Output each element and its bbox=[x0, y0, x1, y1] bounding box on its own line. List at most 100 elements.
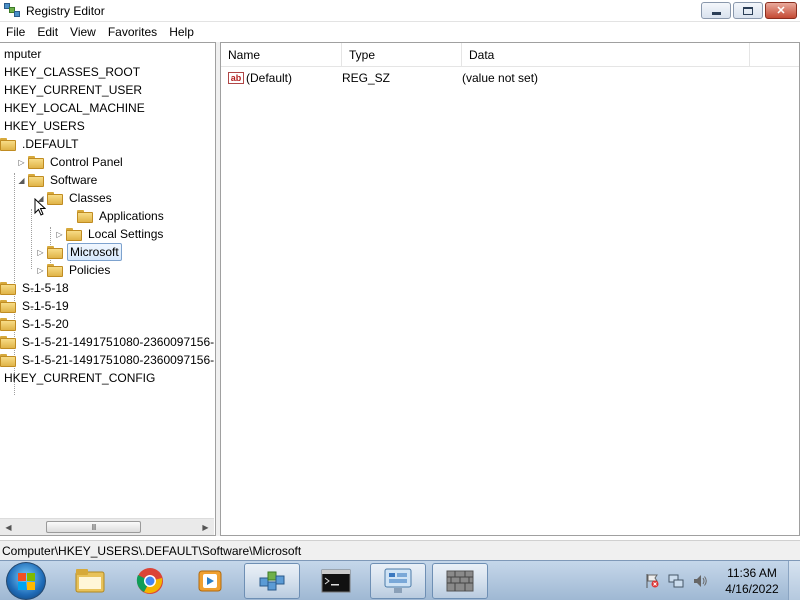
title-bar: Registry Editor ✕ bbox=[0, 0, 800, 22]
menu-help[interactable]: Help bbox=[163, 25, 200, 39]
values-list[interactable]: Name Type Data ab (Default) REG_SZ (valu… bbox=[220, 42, 800, 536]
network-icon[interactable] bbox=[668, 573, 684, 589]
tree-node-label: HKEY_USERS bbox=[4, 119, 85, 133]
scroll-thumb-grip: III bbox=[91, 522, 97, 532]
tree-node-software[interactable]: ◢ Software bbox=[17, 171, 99, 189]
column-name[interactable]: Name bbox=[221, 43, 342, 67]
tree-node-s-1-5-20[interactable]: S-1-5-20 bbox=[0, 315, 71, 333]
tree-node-s-1-5-21-b[interactable]: S-1-5-21-1491751080-2360097156-17 bbox=[0, 351, 215, 369]
tree-node-microsoft[interactable]: ▷ Microsoft bbox=[36, 243, 122, 261]
tree-node-label: S-1-5-18 bbox=[22, 281, 69, 295]
restore-icon bbox=[743, 6, 753, 15]
taskbar-media-button[interactable] bbox=[182, 563, 238, 599]
menu-view[interactable]: View bbox=[64, 25, 102, 39]
folder-icon bbox=[0, 317, 16, 331]
scroll-thumb[interactable]: III bbox=[46, 521, 141, 533]
value-row[interactable]: ab (Default) REG_SZ (value not set) bbox=[221, 69, 538, 87]
taskbar-regedit-button[interactable] bbox=[244, 563, 300, 599]
menu-edit[interactable]: Edit bbox=[31, 25, 64, 39]
value-type: REG_SZ bbox=[342, 71, 391, 85]
system-tray: 11:36 AM 4/16/2022 bbox=[640, 561, 800, 600]
column-data[interactable]: Data bbox=[462, 43, 750, 67]
tree-node-label: Microsoft bbox=[67, 243, 122, 261]
tree-node-hkey-classes-root[interactable]: HKEY_CLASSES_ROOT bbox=[2, 63, 142, 81]
tree-node-label: HKEY_CLASSES_ROOT bbox=[4, 65, 141, 79]
menu-file[interactable]: File bbox=[0, 25, 31, 39]
collapse-arrow-icon[interactable]: ◢ bbox=[17, 171, 26, 189]
registry-tree[interactable]: mputer HKEY_CLASSES_ROOT HKEY_CURRENT_USER… bbox=[0, 42, 216, 536]
control-panel-icon bbox=[384, 568, 412, 593]
tree-node-label: HKEY_CURRENT_CONFIG bbox=[4, 371, 156, 385]
tree-node-default[interactable]: .DEFAULT bbox=[0, 135, 80, 153]
status-bar: Computer\HKEY_USERS\.DEFAULT\Software\Mi… bbox=[0, 540, 800, 560]
tree-node-label: Software bbox=[50, 173, 98, 187]
clock-time: 11:36 AM bbox=[727, 566, 777, 580]
expand-arrow-icon[interactable]: ▷ bbox=[36, 261, 45, 279]
expand-arrow-icon[interactable]: ▷ bbox=[17, 153, 26, 171]
tree-connector-line bbox=[31, 209, 32, 269]
tree-node-label: Classes bbox=[69, 191, 112, 205]
tree-node-label: Local Settings bbox=[88, 227, 164, 241]
close-button[interactable]: ✕ bbox=[765, 2, 797, 19]
taskbar-chrome-button[interactable] bbox=[122, 563, 178, 599]
taskbar-control-panel-button[interactable] bbox=[370, 563, 426, 599]
tree-node-hkey-local-machine[interactable]: HKEY_LOCAL_MACHINE bbox=[2, 99, 147, 117]
taskbar-explorer-button[interactable] bbox=[62, 563, 118, 599]
restore-button[interactable] bbox=[733, 2, 763, 19]
tree-node-label: S-1-5-21-1491751080-2360097156-17 bbox=[22, 335, 216, 349]
tree-node-label: HKEY_LOCAL_MACHINE bbox=[4, 101, 145, 115]
tree-node-label: .DEFAULT bbox=[22, 137, 79, 151]
folder-icon bbox=[77, 209, 93, 223]
folder-icon bbox=[0, 353, 16, 367]
tree-node-control-panel[interactable]: ▷ Control Panel bbox=[17, 153, 125, 171]
folder-icon bbox=[0, 299, 16, 313]
folder-icon bbox=[28, 173, 44, 187]
tree-horizontal-scrollbar[interactable]: ◀ III ▶ bbox=[0, 518, 214, 535]
mouse-cursor-icon bbox=[34, 198, 46, 216]
windows-logo-icon bbox=[18, 573, 26, 581]
column-type[interactable]: Type bbox=[342, 43, 462, 67]
tree-node-applications[interactable]: Applications bbox=[66, 207, 166, 225]
status-path: Computer\HKEY_USERS\.DEFAULT\Software\Mi… bbox=[2, 543, 302, 558]
string-value-icon: ab bbox=[228, 72, 244, 84]
scroll-right-icon[interactable]: ▶ bbox=[197, 519, 214, 535]
minimize-button[interactable] bbox=[701, 2, 731, 19]
window-title: Registry Editor bbox=[26, 3, 105, 18]
value-name: (Default) bbox=[246, 71, 293, 85]
menu-favorites[interactable]: Favorites bbox=[102, 25, 163, 39]
expand-arrow-icon[interactable]: ▷ bbox=[36, 243, 45, 261]
scroll-left-icon[interactable]: ◀ bbox=[0, 519, 17, 535]
start-button[interactable] bbox=[6, 562, 46, 600]
folder-explorer-icon bbox=[75, 569, 105, 593]
tree-node-policies[interactable]: ▷ Policies bbox=[36, 261, 112, 279]
tree-node-s-1-5-21-a[interactable]: S-1-5-21-1491751080-2360097156-17 bbox=[0, 333, 216, 351]
folder-icon bbox=[47, 263, 63, 277]
tree-node-hkey-current-config[interactable]: HKEY_CURRENT_CONFIG bbox=[2, 369, 157, 387]
clock-date: 4/16/2022 bbox=[725, 582, 779, 596]
tree-node-s-1-5-19[interactable]: S-1-5-19 bbox=[0, 297, 71, 315]
tree-node-local-settings[interactable]: ▷ Local Settings bbox=[55, 225, 165, 243]
tree-node-label: Applications bbox=[99, 209, 164, 223]
tree-node-s-1-5-18[interactable]: S-1-5-18 bbox=[0, 279, 71, 297]
folder-icon bbox=[0, 281, 16, 295]
show-desktop-button[interactable] bbox=[788, 561, 800, 600]
tree-node-hkey-users[interactable]: HKEY_USERS bbox=[2, 117, 87, 135]
tree-node-label: S-1-5-20 bbox=[22, 317, 69, 331]
tree-node-label: S-1-5-19 bbox=[22, 299, 69, 313]
taskbar-firewall-button[interactable] bbox=[432, 563, 488, 599]
action-center-flag-icon[interactable] bbox=[644, 573, 660, 589]
tree-node-classes[interactable]: ◢ Classes bbox=[36, 189, 114, 207]
taskbar-clock[interactable]: 11:36 AM 4/16/2022 bbox=[720, 565, 784, 597]
minimize-icon bbox=[711, 12, 721, 15]
registry-editor-icon bbox=[259, 571, 285, 591]
expand-arrow-icon[interactable]: ▷ bbox=[55, 225, 64, 243]
tree-node-computer[interactable]: mputer bbox=[2, 45, 43, 63]
folder-icon bbox=[28, 155, 44, 169]
taskbar-cmd-button[interactable] bbox=[308, 563, 364, 599]
folder-icon bbox=[47, 245, 63, 259]
volume-icon[interactable] bbox=[692, 573, 708, 589]
close-icon: ✕ bbox=[776, 5, 786, 17]
tree-node-hkey-current-user[interactable]: HKEY_CURRENT_USER bbox=[2, 81, 144, 99]
cmd-icon bbox=[321, 569, 351, 593]
menu-bar: File Edit View Favorites Help bbox=[0, 22, 800, 42]
